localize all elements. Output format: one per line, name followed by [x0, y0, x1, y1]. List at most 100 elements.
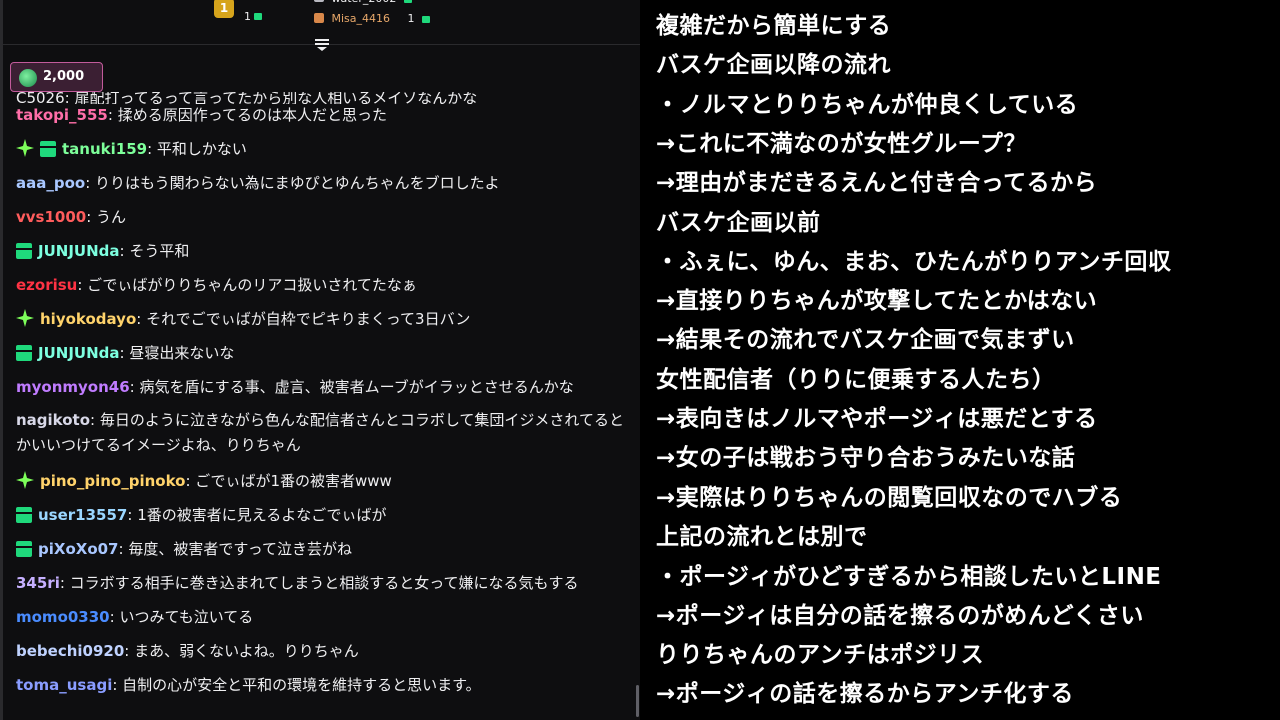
chat-username[interactable]: pino_pino_pinoko — [40, 472, 185, 490]
chat-message: tanuki159: 平和しかない — [16, 136, 626, 162]
chat-message: user13557: 1番の被害者に見えるよなごでぃばが — [16, 502, 626, 528]
chat-username[interactable]: piXoXo07 — [38, 540, 119, 558]
note-line: →これに不満なのが女性グループ？ — [656, 131, 1027, 157]
gift-badge-icon[interactable] — [16, 541, 32, 557]
chat-message-text: : 毎度、被害者ですって泣き芸がね — [118, 540, 352, 558]
note-line: りりちゃんのアンチはポジリス — [656, 642, 985, 668]
chat-message: JUNJUNda: そう平和 — [16, 238, 626, 264]
chat-message: momo0330: いつみても泣いてる — [16, 604, 626, 630]
sparkle-badge-icon[interactable] — [16, 471, 34, 489]
note-line: →女の子は戦おう守り合おうみたいな話 — [656, 445, 1076, 471]
chat-message-text: : 平和しかない — [147, 140, 247, 158]
chat-message-text: : まあ、弱くないよね。りりちゃん — [124, 642, 359, 660]
chat-message: aaa_poo: りりはもう関わらない為にまゆぴとゆんちゃんをブロしたよ — [16, 170, 626, 196]
chat-panel: 1 sasa0325 1 water_2002 Misa_4416 1 2,00… — [0, 0, 640, 720]
leaderboard-second-name: water_2002 — [332, 0, 397, 5]
chat-username[interactable]: tanuki159 — [62, 140, 147, 158]
note-line: →直接りりちゃんが攻撃してたとかはない — [656, 288, 1098, 314]
chat-message-text: : そう平和 — [119, 242, 190, 260]
note-line: →ポージィは自分の話を擦るのがめんどくさい — [656, 603, 1144, 629]
chat-message-text: : 昼寝出来ないな — [119, 344, 235, 362]
chat-message-text: : ごでぃばが1番の被害者www — [185, 472, 392, 490]
leaderboard-third-name: Misa_4416 — [331, 12, 391, 25]
chat-message: JUNJUNda: 昼寝出来ないな — [16, 340, 626, 366]
chat-username[interactable]: ezorisu — [16, 276, 77, 294]
note-line: →理由がまだきるえんと付き合ってるから — [656, 170, 1098, 196]
note-line: →結果その流れでバスケ企画で気まずい — [656, 327, 1075, 353]
chat-message-text: : 毎日のように泣きながら色んな配信者さんとコラボして集団イジメされてるとかいい… — [16, 411, 624, 454]
chat-message-text: : 1番の被害者に見えるよなごでぃばが — [127, 506, 387, 524]
gift-badge-icon[interactable] — [16, 243, 32, 259]
note-line: バスケ企画以前 — [656, 210, 821, 236]
chat-username[interactable]: vvs1000 — [16, 208, 86, 226]
chat-username[interactable]: toma_usagi — [16, 676, 112, 694]
chat-message-text: : 揉める原因作ってるのは本人だと思った — [107, 106, 387, 124]
note-line: →実際はりりちゃんの閲覧回収なのでハブる — [656, 485, 1123, 511]
chat-message: vvs1000: うん — [16, 204, 626, 230]
notes-panel: 複雑だから簡単にする バスケ企画以降の流れ・ノルマとりりちゃんが仲良くしている →こ… — [640, 0, 1280, 720]
chat-username[interactable]: aaa_poo — [16, 174, 85, 192]
chat-username[interactable]: bebechi0920 — [16, 642, 124, 660]
leaderboard-first-count: 1 — [244, 10, 251, 23]
leaderboard-third[interactable]: Misa_4416 1 — [314, 12, 431, 25]
chat-message: 345ri: コラボする相手に巻き込まれてしまうと相談すると女って嫌になる気もす… — [16, 570, 626, 596]
chat-message-text: : それでごでぃばが自枠でピキりまくって3日バン — [136, 310, 471, 328]
sparkle-badge-icon[interactable] — [16, 139, 34, 157]
chat-message-text: : いつみても泣いてる — [109, 608, 254, 626]
chat-message-text: : 自制の心が安全と平和の環境を維持すると思います。 — [112, 676, 481, 694]
chat-message: piXoXo07: 毎度、被害者ですって泣き芸がね — [16, 536, 626, 562]
gift-badge-icon[interactable] — [16, 507, 32, 523]
chat-message: pino_pino_pinoko: ごでぃばが1番の被害者www — [16, 468, 626, 494]
chat-message: toma_usagi: 自制の心が安全と平和の環境を維持すると思います。 — [16, 672, 626, 698]
chat-message: takopi_555: 揉める原因作ってるのは本人だと思った — [16, 102, 626, 128]
silver-rank-icon — [314, 0, 324, 2]
note-line: 女性配信者（りりに便乗する人たち） — [656, 367, 1056, 393]
note-line: ・ノルマとりりちゃんが仲良くしている — [656, 92, 1079, 118]
chat-message-text: : 病気を盾にする事、虚言、被害者ムーブがイラッとさせるんかな — [129, 378, 574, 396]
leaderboard-first-name: sasa0325 — [244, 0, 297, 3]
gift-badge-icon[interactable] — [16, 345, 32, 361]
chat-username[interactable]: takopi_555 — [16, 106, 108, 124]
leaderboard-third-count: 1 — [407, 12, 415, 25]
sparkle-badge-icon[interactable] — [16, 309, 34, 327]
chat-message: nagikoto: 毎日のように泣きながら色んな配信者さんとコラボして集団イジメ… — [16, 408, 626, 458]
chat-message: hiyokodayo: それでごでぃばが自枠でピキりまくって3日バン — [16, 306, 626, 332]
gift-badge-icon[interactable] — [40, 141, 56, 157]
leaderboard: 1 sasa0325 1 water_2002 Misa_4416 1 — [0, 0, 640, 51]
leaderboard-second[interactable]: water_2002 — [314, 0, 412, 5]
note-line: ・ふぇに、ゆん、まお、ひたんがりりアンチ回収 — [656, 249, 1172, 275]
note-line: →表向きはノルマやポージィは悪だとする — [656, 406, 1098, 432]
chat-username[interactable]: hiyokodayo — [40, 310, 136, 328]
collapse-leaderboard-icon[interactable] — [314, 38, 330, 52]
channel-points-button[interactable]: 2,000 — [10, 62, 103, 92]
chat-username[interactable]: user13557 — [38, 506, 127, 524]
chat-message-text: : りりはもう関わらない為にまゆぴとゆんちゃんをブロしたよ — [85, 174, 500, 192]
chat-username[interactable]: JUNJUNda — [38, 344, 120, 362]
chat-border — [0, 0, 3, 720]
chat-message-text: : コラボする相手に巻き込まれてしまうと相談すると女って嫌になる気もする — [59, 574, 579, 592]
bronze-rank-icon — [314, 13, 324, 23]
gift-icon — [254, 13, 262, 20]
chat-message-text: : ごでぃばがりりちゃんのリアコ扱いされてたなぁ — [77, 276, 417, 294]
chat-username[interactable]: JUNJUNda — [38, 242, 120, 260]
channel-points-value: 2,000 — [43, 69, 85, 84]
chat-username[interactable]: nagikoto — [16, 411, 90, 429]
note-line: 複雑だから簡単にする — [656, 13, 892, 39]
chat-username[interactable]: momo0330 — [16, 608, 110, 626]
chat-message-text: : うん — [86, 208, 127, 226]
gift-icon — [422, 15, 431, 23]
channel-points-icon — [19, 69, 37, 87]
gold-rank-icon: 1 — [214, 0, 234, 18]
note-line: →ポージィの話を擦るからアンチ化する — [656, 681, 1074, 707]
chat-message: bebechi0920: まあ、弱くないよね。りりちゃん — [16, 638, 626, 664]
leaderboard-first[interactable]: 1 sasa0325 1 — [214, 0, 297, 23]
note-line: ・ポージィがひどすぎるから相談したいとLINE — [656, 564, 1162, 590]
note-line: バスケ企画以降の流れ — [656, 52, 891, 78]
chat-message: myonmyon46: 病気を盾にする事、虚言、被害者ムーブがイラッとさせるんか… — [16, 374, 626, 400]
chat-username[interactable]: myonmyon46 — [16, 378, 130, 396]
chat-username[interactable]: 345ri — [16, 574, 60, 592]
chat-scrollbar[interactable] — [636, 685, 639, 717]
note-line: 上記の流れとは別で — [656, 524, 868, 550]
gift-icon — [403, 0, 412, 3]
chat-message: ezorisu: ごでぃばがりりちゃんのリアコ扱いされてたなぁ — [16, 272, 626, 298]
